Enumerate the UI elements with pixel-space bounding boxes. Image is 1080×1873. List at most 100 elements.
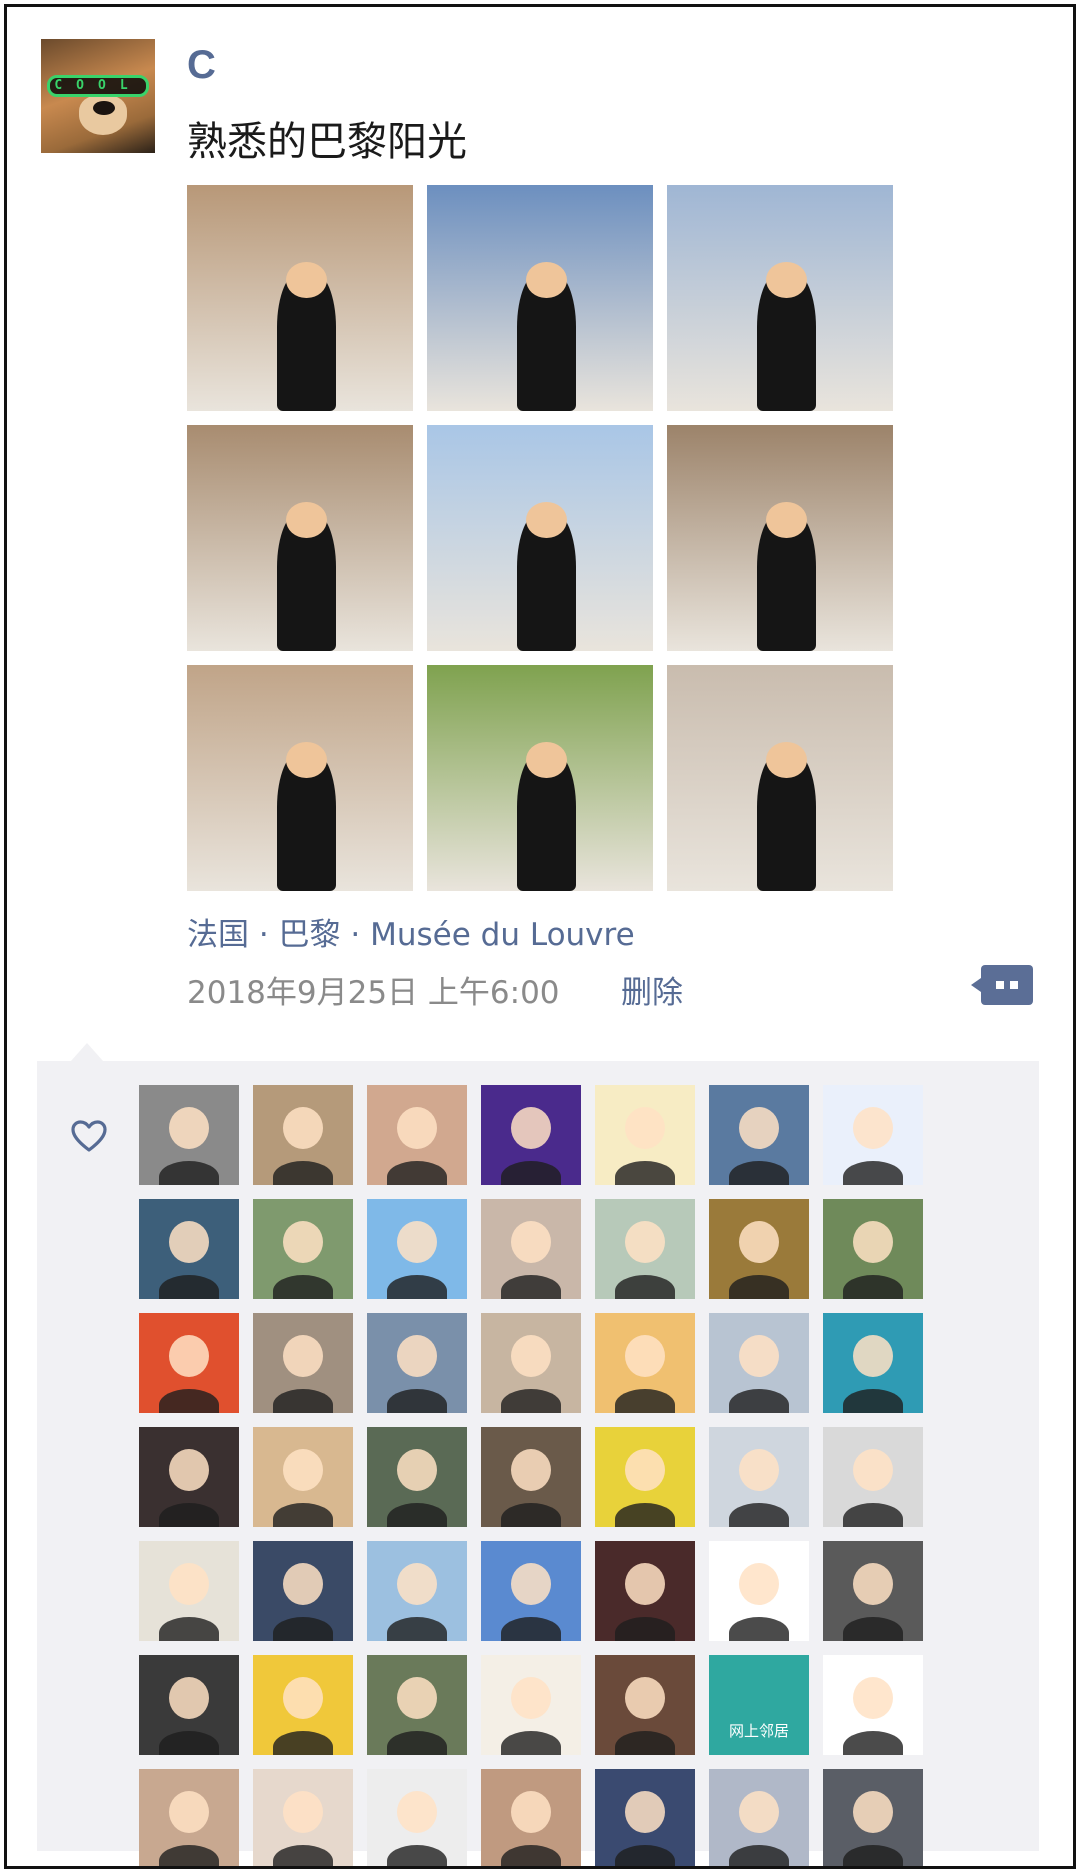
liker-avatar-grid: 网上邻居 [139,1085,923,1866]
liker-avatar[interactable] [823,1769,923,1866]
avatar-face [511,1107,551,1149]
liker-avatar[interactable] [481,1313,581,1413]
post-text: 熟悉的巴黎阳光 [187,119,467,165]
liker-avatar[interactable]: 网上邻居 [709,1655,809,1755]
avatar-face [853,1563,893,1605]
liker-avatar[interactable] [367,1541,467,1641]
comment-menu-icon[interactable] [971,965,1033,1005]
avatar-face [511,1677,551,1719]
avatar-body [501,1731,561,1755]
liker-avatar[interactable] [709,1199,809,1299]
liker-avatar[interactable] [139,1199,239,1299]
liker-avatar[interactable] [481,1199,581,1299]
liker-avatar[interactable] [823,1427,923,1527]
liker-avatar[interactable] [367,1199,467,1299]
avatar-body [729,1617,789,1641]
post-photo-arcade-sitting-portrait[interactable] [667,425,893,651]
liker-avatar[interactable] [823,1313,923,1413]
comment-dot [1010,981,1018,989]
liker-avatar[interactable] [709,1313,809,1413]
heart-outline-icon [71,1120,107,1152]
liker-avatar[interactable] [823,1655,923,1755]
avatar-body [729,1503,789,1527]
avatar-face [853,1791,893,1833]
post-photo-arcade-lean-portrait[interactable] [187,425,413,651]
liker-avatar[interactable] [367,1655,467,1755]
post-photo-louvre-palace-selfie[interactable] [427,185,653,411]
avatar-face [739,1791,779,1833]
liker-avatar[interactable] [253,1085,353,1185]
liker-avatar[interactable] [139,1313,239,1413]
liker-avatar[interactable] [595,1655,695,1755]
avatar-face [625,1221,665,1263]
avatar-body [159,1161,219,1185]
post-photo-garden-back-view[interactable] [427,665,653,891]
avatar-body [273,1845,333,1866]
post-photo-colonnade-portrait[interactable] [187,185,413,411]
avatar-body [159,1845,219,1866]
location-link[interactable]: 法国 · 巴黎 · Musée du Louvre [187,909,635,954]
liker-avatar[interactable] [709,1769,809,1866]
likes-pointer [71,1043,103,1061]
avatar-face [169,1107,209,1149]
liker-avatar[interactable] [367,1769,467,1866]
liker-avatar[interactable] [253,1541,353,1641]
liker-avatar[interactable] [595,1541,695,1641]
author-name[interactable]: C [187,43,216,88]
avatar-face [283,1221,323,1263]
liker-avatar[interactable] [823,1541,923,1641]
avatar-body [387,1161,447,1185]
avatar-body [501,1275,561,1299]
liker-avatar[interactable] [481,1085,581,1185]
liker-avatar[interactable] [253,1769,353,1866]
liker-avatar[interactable] [709,1541,809,1641]
liker-avatar[interactable] [139,1085,239,1185]
avatar-face [397,1677,437,1719]
liker-avatar[interactable] [253,1427,353,1527]
avatar-body [729,1275,789,1299]
photo-grid [187,185,893,891]
liker-avatar[interactable] [367,1085,467,1185]
liker-avatar[interactable] [367,1427,467,1527]
avatar-face [397,1221,437,1263]
avatar-face [511,1221,551,1263]
avatar-body [387,1845,447,1866]
post-photo-colonnade-pose-portrait[interactable] [187,665,413,891]
avatar-face [283,1791,323,1833]
avatar-body [843,1275,903,1299]
post-photo-glass-pyramid-portrait[interactable] [667,185,893,411]
liker-avatar[interactable] [367,1313,467,1413]
post-photo-pyramid-sky-selfie[interactable] [427,425,653,651]
author-avatar[interactable]: COOL [41,39,155,153]
avatar-body [729,1161,789,1185]
liker-avatar[interactable] [139,1769,239,1866]
person-hair [286,741,328,778]
avatar-face [511,1791,551,1833]
liker-avatar[interactable] [595,1427,695,1527]
avatar-face [511,1335,551,1377]
liker-avatar[interactable] [139,1427,239,1527]
liker-avatar[interactable] [481,1655,581,1755]
liker-avatar[interactable] [481,1541,581,1641]
person-hair [766,501,808,538]
liker-avatar[interactable] [139,1541,239,1641]
liker-avatar[interactable] [253,1655,353,1755]
liker-avatar[interactable] [823,1199,923,1299]
liker-avatar[interactable] [253,1199,353,1299]
liker-avatar[interactable] [595,1085,695,1185]
delete-button[interactable]: 删除 [621,967,683,1012]
liker-avatar[interactable] [253,1313,353,1413]
liker-avatar[interactable] [481,1427,581,1527]
liker-avatar[interactable] [595,1199,695,1299]
avatar-face [397,1449,437,1491]
liker-avatar[interactable] [595,1313,695,1413]
liker-avatar[interactable] [595,1769,695,1866]
avatar-body [159,1389,219,1413]
liker-avatar[interactable] [481,1769,581,1866]
liker-avatar[interactable] [709,1085,809,1185]
liker-avatar[interactable] [709,1427,809,1527]
post-photo-palace-facade-portrait[interactable] [667,665,893,891]
avatar-face [283,1107,323,1149]
liker-avatar[interactable] [139,1655,239,1755]
liker-avatar[interactable] [823,1085,923,1185]
